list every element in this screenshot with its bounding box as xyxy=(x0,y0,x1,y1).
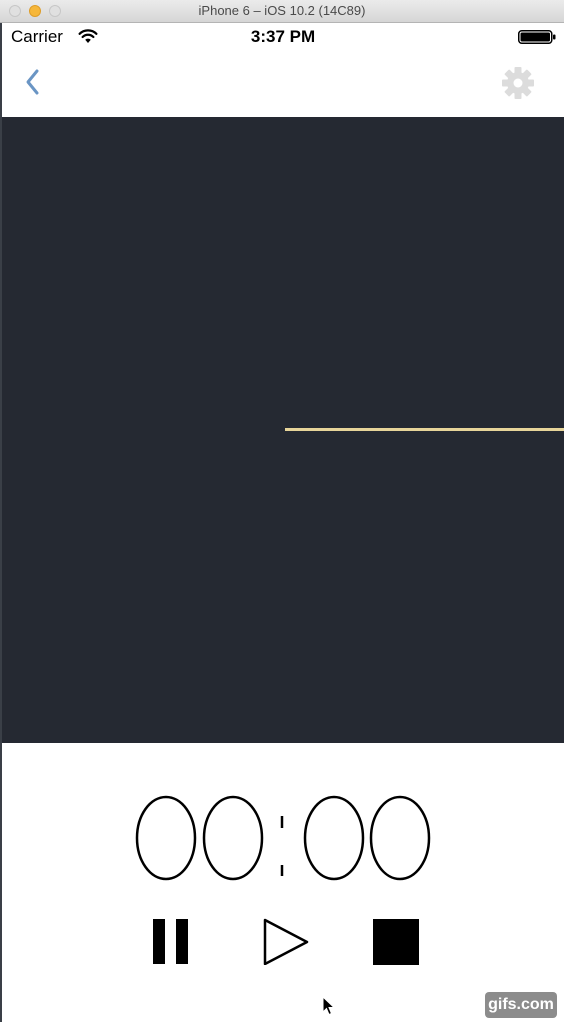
playback-controls xyxy=(2,911,564,975)
gear-icon xyxy=(502,67,534,99)
seconds-tens-digit xyxy=(303,795,365,881)
waveform-view xyxy=(2,117,564,743)
pause-button[interactable] xyxy=(150,911,190,965)
navigation-bar xyxy=(2,51,564,117)
settings-button[interactable] xyxy=(498,65,538,101)
chevron-left-icon xyxy=(26,69,39,95)
minutes-tens-digit xyxy=(135,795,197,881)
play-button[interactable] xyxy=(260,911,312,966)
waveform-line xyxy=(285,428,564,431)
timer-display xyxy=(2,788,564,888)
window-title: iPhone 6 – iOS 10.2 (14C89) xyxy=(198,3,366,18)
device-screen: Carrier 3:37 PM xyxy=(2,23,564,1022)
simulator-title-bar: iPhone 6 – iOS 10.2 (14C89) xyxy=(0,0,564,23)
status-time: 3:37 PM xyxy=(250,27,316,46)
timer-digits xyxy=(135,795,431,881)
seconds-ones-digit xyxy=(369,795,431,881)
stop-button[interactable] xyxy=(371,911,421,965)
gifs-watermark: gifs.com xyxy=(485,992,557,1018)
stop-icon xyxy=(373,919,419,965)
back-button[interactable] xyxy=(18,65,48,99)
play-icon xyxy=(263,918,309,966)
minutes-ones-digit xyxy=(202,795,264,881)
status-bar: Carrier 3:37 PM xyxy=(2,23,564,51)
pause-icon xyxy=(153,919,188,964)
mouse-cursor-icon xyxy=(322,996,336,1016)
battery-icon xyxy=(518,30,556,44)
